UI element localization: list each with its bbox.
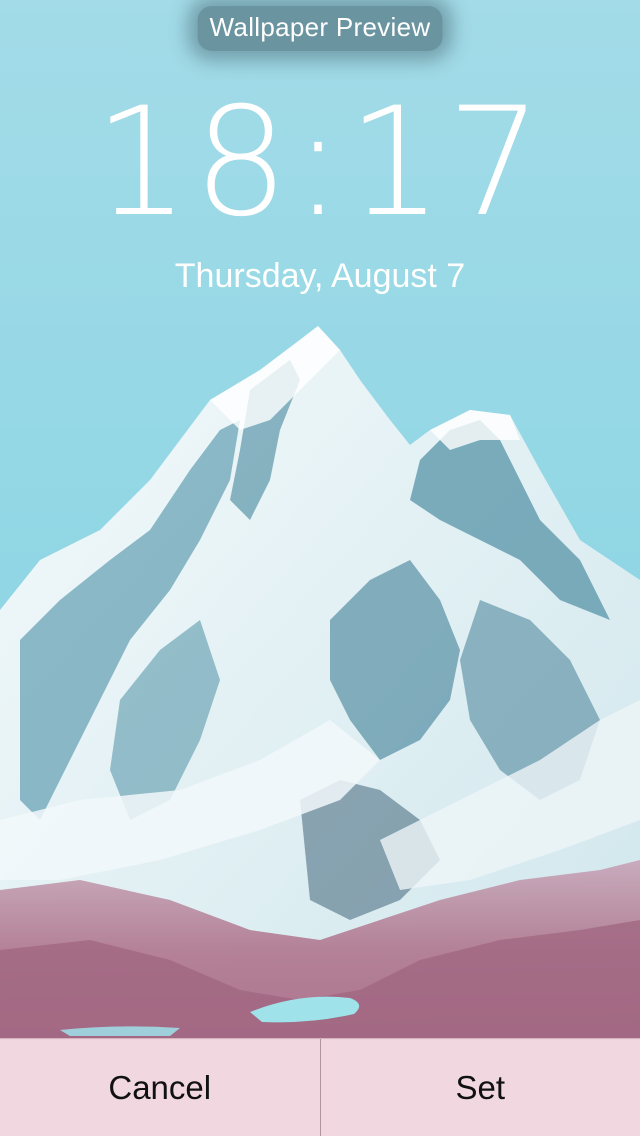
lock-screen-date: Thursday, August 7	[174, 257, 466, 295]
lock-screen-clock: 18:17	[93, 76, 547, 250]
cancel-button[interactable]: Cancel	[0, 1039, 320, 1136]
wallpaper-preview-screen: Wallpaper Preview 18:17 Thursday, August…	[0, 0, 640, 1136]
page-title: Wallpaper Preview	[197, 6, 443, 51]
set-button[interactable]: Set	[321, 1039, 640, 1136]
preview-action-bar: Cancel Set	[0, 1038, 640, 1136]
